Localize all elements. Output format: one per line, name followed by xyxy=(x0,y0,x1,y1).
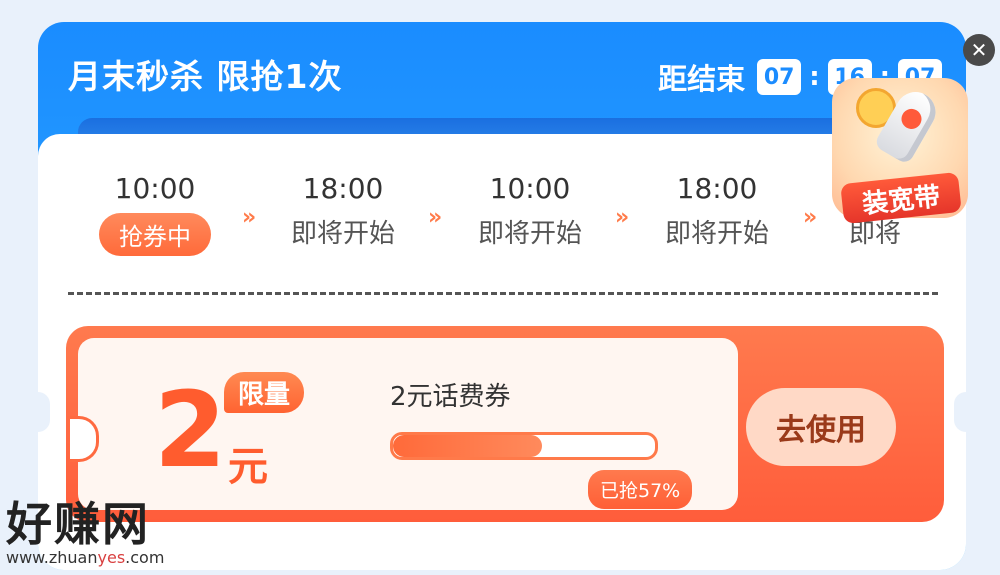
panel-notch-left xyxy=(38,392,50,432)
session-slot[interactable]: 18:00 即将开始 xyxy=(642,172,792,250)
watermark-url-highlight: yes xyxy=(97,548,126,567)
ticket-notch xyxy=(70,416,99,462)
watermark-logo: 好赚网 xyxy=(6,497,150,551)
rocket-window xyxy=(897,105,926,133)
session-slot[interactable]: 10:00 即将开始 xyxy=(455,172,605,250)
session-status: 即将开始 xyxy=(664,219,769,249)
progress-fill xyxy=(393,435,543,457)
session-time: 10:00 xyxy=(114,172,196,205)
session-status: 即将开始 xyxy=(290,219,395,249)
chevron-right-icon: » xyxy=(428,205,443,230)
session-time: 10:00 xyxy=(489,172,571,205)
limit-badge: 限量 xyxy=(224,372,305,413)
watermark-url-prefix: www.zhuan xyxy=(6,548,98,567)
coupon-name: 2元话费券 xyxy=(390,382,511,412)
close-icon[interactable]: ✕ xyxy=(963,34,995,66)
panel-notch-right xyxy=(954,392,966,432)
countdown-colon: : xyxy=(809,62,820,92)
progress-bar xyxy=(390,432,658,460)
countdown-label: 距结束 xyxy=(658,62,746,96)
countdown-hours: 07 xyxy=(757,59,802,95)
watermark-url-suffix: .com xyxy=(125,548,165,567)
divider xyxy=(68,292,938,295)
watermark: 好赚网 www.zhuanyes.com xyxy=(6,488,164,567)
session-time: 18:00 xyxy=(676,172,758,205)
session-slot[interactable]: 10:00 抢券中 xyxy=(80,172,230,256)
coupon-amount: 2 xyxy=(154,369,227,491)
session-status: 抢券中 xyxy=(99,213,211,256)
coupon-body: 2 元 限量 2元话费券 已抢57% xyxy=(70,338,738,510)
grabbed-percent-badge: 已抢57% xyxy=(588,470,693,509)
chevron-right-icon: » xyxy=(615,205,630,230)
watermark-url: www.zhuanyes.com xyxy=(6,548,164,567)
chevron-right-icon: » xyxy=(803,205,818,230)
session-slot[interactable]: 18:00 即将开始 xyxy=(268,172,418,250)
coupon-unit: 元 xyxy=(228,444,268,490)
session-status: 即将开始 xyxy=(477,219,582,249)
broadband-promo-badge[interactable]: 装宽带 xyxy=(826,70,976,230)
session-time: 18:00 xyxy=(302,172,384,205)
coupon-card: 2 元 限量 2元话费券 已抢57% 去使用 xyxy=(66,326,944,522)
page-title: 月末秒杀 限抢1次 xyxy=(68,57,343,96)
chevron-right-icon: » xyxy=(242,205,257,230)
use-button[interactable]: 去使用 xyxy=(746,388,896,466)
